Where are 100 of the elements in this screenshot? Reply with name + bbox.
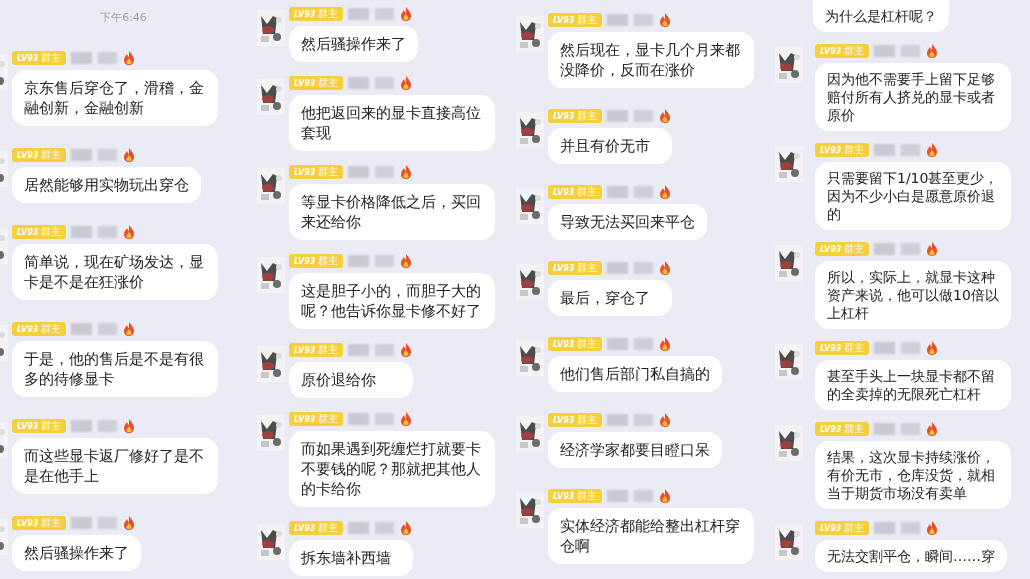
message-bubble: 最后，穿仓了 (548, 280, 673, 316)
role-label: 群主 (318, 343, 339, 357)
blurred-name (874, 423, 921, 435)
role-label: 群主 (41, 51, 62, 65)
blurred-name (607, 110, 654, 122)
blurred-name (607, 414, 654, 426)
blurred-name (71, 52, 118, 64)
fire-icon (399, 254, 414, 268)
fire-icon (122, 419, 137, 433)
fire-icon (925, 341, 940, 355)
fire-icon (399, 165, 414, 179)
fire-icon (925, 242, 940, 256)
role-label: 群主 (318, 165, 339, 179)
blurred-name (607, 14, 654, 26)
role-label: 群主 (577, 413, 598, 427)
role-label: 群主 (844, 242, 865, 256)
blurred-name (348, 522, 395, 534)
level-label: LV93 (820, 46, 842, 56)
fire-icon (122, 225, 137, 239)
blurred-name (874, 342, 921, 354)
message-bubble: 只需要留下1/10甚至更少，因为不少小白是愿意原价退的 (815, 162, 1011, 230)
message-bubble: 拆东墙补西墙 (289, 540, 414, 576)
fire-icon (122, 148, 137, 162)
level-label: LV93 (553, 415, 575, 425)
message-bubble: 然后现在，显卡几个月来都没降价，反而在涨价 (548, 32, 754, 88)
message-bubble: 然后骚操作来了 (12, 535, 141, 571)
fire-icon (658, 489, 673, 503)
message-bubble: 于是，他的售后是不是有很多的待修显卡 (12, 341, 218, 397)
level-label: LV93 (820, 244, 842, 254)
message-bubble: 经济学家都要目瞪口呆 (548, 432, 722, 468)
blurred-name (607, 490, 654, 502)
level-label: LV93 (553, 111, 575, 121)
blurred-name (607, 338, 654, 350)
message-bubble: 京东售后穿仓了，滑稽，金融创新，金融创新 (12, 70, 218, 126)
message-bubble: 实体经济都能给整出杠杆穿仓啊 (548, 508, 754, 564)
fire-icon (399, 76, 414, 90)
role-label: 群主 (41, 225, 62, 239)
level-label: LV93 (553, 491, 575, 501)
blurred-name (607, 186, 654, 198)
level-label: LV93 (553, 187, 575, 197)
role-label: 群主 (844, 422, 865, 436)
level-label: LV93 (294, 523, 316, 533)
fire-icon (658, 261, 673, 275)
role-label: 群主 (577, 489, 598, 503)
blurred-name (348, 413, 395, 425)
role-label: 群主 (577, 185, 598, 199)
level-label: LV93 (553, 339, 575, 349)
blurred-name (348, 8, 395, 20)
role-label: 群主 (844, 44, 865, 58)
message-bubble: 等显卡价格降低之后，买回来还给你 (289, 184, 495, 240)
message-bubble: 而如果遇到死缠烂打就要卡不要钱的呢？那就把其他人的卡给你 (289, 431, 495, 507)
role-label: 群主 (577, 261, 598, 275)
fire-icon (658, 413, 673, 427)
blurred-name (348, 344, 395, 356)
fire-icon (399, 343, 414, 357)
role-label: 群主 (577, 13, 598, 27)
level-label: LV93 (17, 150, 39, 160)
level-label: LV93 (294, 78, 316, 88)
level-label: LV93 (820, 145, 842, 155)
message-bubble: 这是胆子小的，而胆子大的呢？他告诉你显卡修不好了 (289, 273, 495, 329)
message-bubble: 结果，这次显卡持续涨价，有价无市，仓库没货，就相当于期货市场没有卖单 (815, 441, 1011, 509)
blurred-name (607, 262, 654, 274)
level-label: LV93 (553, 263, 575, 273)
fire-icon (122, 516, 137, 530)
level-label: LV93 (294, 256, 316, 266)
level-label: LV93 (17, 227, 39, 237)
message-bubble: 他们售后部门私自搞的 (548, 356, 722, 392)
fire-icon (399, 521, 414, 535)
role-label: 群主 (318, 7, 339, 21)
message-bubble: 他把返回来的显卡直接高位套现 (289, 95, 495, 151)
blurred-name (71, 149, 118, 161)
role-label: 群主 (844, 341, 865, 355)
role-label: 群主 (844, 143, 865, 157)
level-label: LV93 (294, 414, 316, 424)
blurred-name (348, 77, 395, 89)
message-bubble: 所以，实际上，就显卡这种资产来说，他可以做10倍以上杠杆 (815, 261, 1011, 329)
level-label: LV93 (820, 424, 842, 434)
fire-icon (658, 13, 673, 27)
message-bubble: 居然能够用实物玩出穿仓 (12, 167, 201, 203)
message-bubble: 无法交割平仓，瞬间……穿 (815, 540, 1007, 572)
level-label: LV93 (820, 523, 842, 533)
role-label: 群主 (577, 337, 598, 351)
message-bubble: 导致无法买回来平仓 (548, 204, 707, 240)
role-label: 群主 (318, 521, 339, 535)
level-label: LV93 (17, 518, 39, 528)
message-bubble: 然后骚操作来了 (289, 26, 418, 62)
level-label: LV93 (294, 167, 316, 177)
blurred-name (874, 243, 921, 255)
fire-icon (122, 51, 137, 65)
level-label: LV93 (17, 324, 39, 334)
message-bubble: 因为他不需要手上留下足够赔付所有人挤兑的显卡或者原价 (815, 63, 1011, 131)
role-label: 群主 (318, 254, 339, 268)
message-bubble: 甚至手头上一块显卡都不留的全卖掉的无限死亡杠杆 (815, 360, 1011, 410)
fire-icon (658, 109, 673, 123)
timestamp: 下午6:46 (100, 10, 147, 25)
fire-icon (925, 143, 940, 157)
level-label: LV93 (17, 421, 39, 431)
level-label: LV93 (294, 9, 316, 19)
fire-icon (658, 185, 673, 199)
role-label: 群主 (844, 521, 865, 535)
